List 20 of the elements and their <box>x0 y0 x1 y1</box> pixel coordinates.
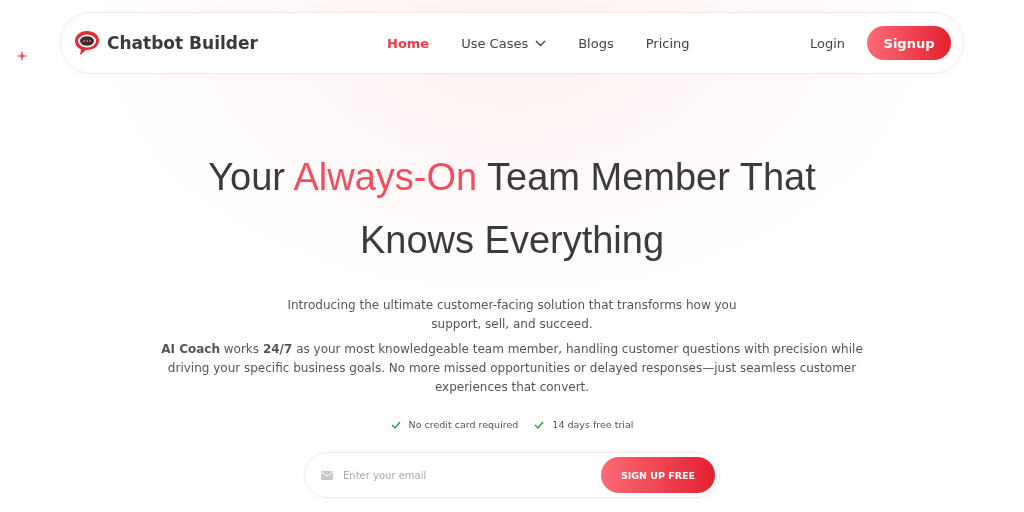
description-text: AI Coach works 24/7 as your most knowledgeable team member, handling customer questions with precision while driving your specific business goals. No more missed opportunities or delayed responses—just seamless customer experiences that convert. <box>160 341 864 396</box>
email-field[interactable]: Enter your email <box>341 468 593 482</box>
login-link[interactable]: Login <box>809 35 845 51</box>
perk-text: No credit card required <box>408 419 519 430</box>
signup-button[interactable]: Signup <box>867 26 951 60</box>
checkmark-icon <box>534 420 545 429</box>
nav-link[interactable]: Use Cases <box>461 35 547 51</box>
nav-link[interactable]: Blogs <box>578 35 614 51</box>
headline: Your Always-On Team Member That Knows Everything <box>207 155 817 263</box>
chat-bubble-icon <box>73 29 101 57</box>
chevron-down-icon <box>535 39 547 47</box>
nav-link[interactable]: Pricing <box>645 35 690 51</box>
envelope-icon <box>321 470 333 480</box>
intro-text: Introducing the ultimate customer-facing solution that transforms how you support, sell, and succeed. <box>286 297 738 333</box>
sign-up-free-button[interactable]: SIGN UP FREE <box>601 457 715 493</box>
nav-link[interactable]: Home <box>387 35 430 51</box>
brand-name: Chatbot Builder <box>107 33 258 53</box>
checkmark-icon <box>390 420 401 429</box>
sparkle-icon <box>16 50 28 62</box>
perk-text: 14 days free trial <box>552 419 634 430</box>
